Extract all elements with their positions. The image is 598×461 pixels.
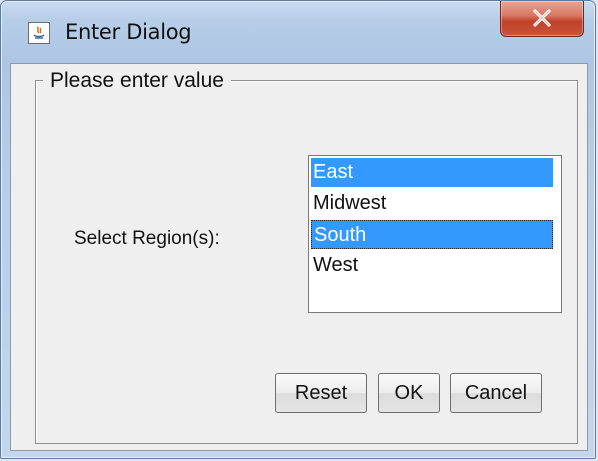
list-item-south[interactable]: South (311, 220, 553, 249)
dialog-content: Please enter value Select Region(s): Eas… (10, 63, 588, 451)
list-item-west[interactable]: West (311, 251, 553, 280)
cancel-button[interactable]: Cancel (450, 373, 542, 413)
ok-button[interactable]: OK (378, 373, 440, 413)
reset-button[interactable]: Reset (275, 373, 367, 413)
select-region-label: Select Region(s): (74, 228, 220, 249)
dialog-window: Enter Dialog Please enter value Select R… (0, 0, 596, 459)
close-icon (533, 9, 551, 27)
window-title: Enter Dialog (65, 20, 192, 44)
java-app-icon[interactable] (28, 22, 50, 44)
title-bar[interactable]: Enter Dialog (1, 1, 597, 63)
list-item-midwest[interactable]: Midwest (311, 189, 553, 218)
list-item-east[interactable]: East (311, 158, 553, 187)
region-listbox[interactable]: East Midwest South West (308, 155, 562, 313)
close-button[interactable] (500, 1, 584, 37)
groupbox-legend: Please enter value (43, 67, 231, 95)
